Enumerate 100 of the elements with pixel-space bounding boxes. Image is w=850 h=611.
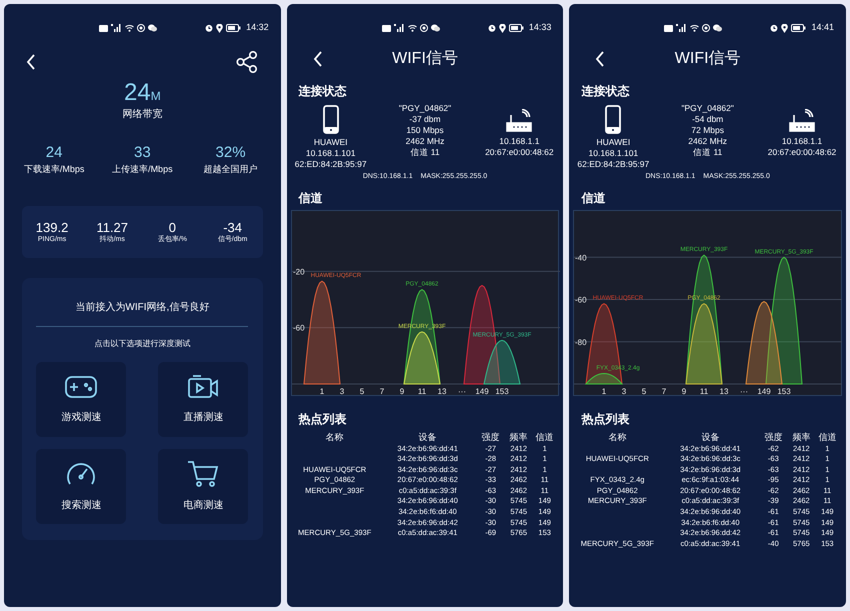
axis-tick-label: 5 bbox=[642, 386, 647, 394]
metric-value: 0 bbox=[168, 220, 176, 234]
axis-tick-label: -80 bbox=[575, 337, 587, 346]
router-info: 20:67:e0:00:48:62 bbox=[768, 147, 836, 158]
section-heading: 热点列表 bbox=[581, 410, 630, 428]
column-header: 频率 bbox=[510, 432, 528, 442]
back-icon[interactable] bbox=[595, 51, 606, 67]
status-message: 当前接入为WIFI网络,信号良好 bbox=[75, 300, 210, 315]
network-info: -37 dbm bbox=[409, 114, 441, 125]
chat-icon bbox=[148, 24, 157, 32]
column-header: 设备 bbox=[701, 432, 720, 442]
section-heading: 信道 bbox=[581, 190, 606, 206]
alarm-icon bbox=[205, 24, 214, 32]
stat-value: 32% bbox=[216, 144, 246, 162]
column-header: 强度 bbox=[482, 432, 500, 442]
location-icon bbox=[216, 24, 224, 32]
share-icon[interactable] bbox=[234, 50, 259, 74]
column-header: 强度 bbox=[764, 432, 782, 442]
column-header: 频率 bbox=[792, 432, 810, 442]
stat-value: 33 bbox=[134, 144, 151, 162]
page-title: WIFI信号 bbox=[392, 49, 458, 69]
network-info: 信道 11 bbox=[693, 147, 722, 158]
network-info: -54 dbm bbox=[692, 114, 724, 125]
axis-tick-label: -60 bbox=[575, 295, 587, 304]
metric-value: 139.2 bbox=[36, 220, 68, 234]
test-tile[interactable]: 搜索测速 bbox=[36, 449, 126, 524]
router-info: 10.168.1.1 bbox=[499, 136, 540, 147]
prompt-text: 点击以下选项进行深度测试 bbox=[94, 338, 190, 350]
network-info: 2462 MHz bbox=[688, 136, 728, 147]
stat-label: 上传速率/Mbps bbox=[112, 163, 173, 176]
stat-value: 24 bbox=[46, 144, 62, 162]
router-info: 10.168.1.1 bbox=[782, 136, 822, 147]
phone-icon bbox=[605, 105, 622, 134]
axis-tick-label: 149 bbox=[758, 386, 772, 394]
device-info: HUAWEI bbox=[596, 137, 630, 148]
target-icon bbox=[702, 24, 710, 32]
metric-value: -34 bbox=[223, 220, 242, 234]
axis-tick-label: 1 bbox=[602, 386, 607, 394]
axis-tick-label: 9 bbox=[682, 386, 687, 394]
device-info: HUAWEI bbox=[314, 137, 348, 148]
network-info: 2462 MHz bbox=[406, 136, 444, 147]
axis-tick-label: 5 bbox=[359, 386, 364, 394]
stat-label: 超越全国用户 bbox=[204, 163, 258, 176]
network-info: 150 Mbps bbox=[406, 125, 444, 136]
axis-tick-label: 153 bbox=[778, 386, 792, 394]
router-info: 20:67:e0:00:48:62 bbox=[485, 147, 554, 158]
location-icon bbox=[781, 24, 788, 32]
axis-tick-label: 7 bbox=[379, 386, 384, 394]
network-info: "PGY_04862" bbox=[682, 103, 734, 114]
battery-icon bbox=[226, 24, 242, 32]
page-title: WIFI信号 bbox=[674, 49, 741, 69]
status-time: 14:41 bbox=[811, 21, 834, 34]
section-heading: 热点列表 bbox=[298, 410, 347, 428]
bandwidth-label: 网络带宽 bbox=[122, 108, 162, 122]
section-heading: 连接状态 bbox=[298, 83, 347, 100]
alarm-icon bbox=[488, 24, 496, 32]
bandwidth-unit: M bbox=[150, 88, 161, 105]
axis-tick-label: ··· bbox=[458, 386, 466, 394]
column-header: 名称 bbox=[608, 432, 626, 442]
shopping-cart-icon bbox=[187, 460, 220, 488]
router-icon bbox=[506, 109, 532, 133]
battery-icon bbox=[508, 24, 524, 32]
router-icon bbox=[789, 109, 816, 133]
column-header: 名称 bbox=[326, 432, 344, 442]
cellular-signal-icon bbox=[394, 24, 405, 32]
device-info: 62:ED:84:2B:95:97 bbox=[577, 159, 650, 170]
axis-tick-label: 3 bbox=[622, 386, 627, 394]
axis-tick-label: 11 bbox=[418, 386, 426, 394]
gamepad-icon bbox=[65, 374, 98, 400]
column-header: 设备 bbox=[418, 432, 437, 442]
axis-tick-label: 1 bbox=[319, 386, 324, 394]
bandwidth-value: 24 bbox=[124, 79, 151, 107]
test-tile[interactable]: 直播测速 bbox=[158, 362, 248, 437]
axis-tick-label: 149 bbox=[475, 386, 488, 394]
device-info: 10.168.1.101 bbox=[588, 148, 638, 159]
chat-icon bbox=[430, 24, 440, 32]
test-tile[interactable]: 电商测速 bbox=[158, 449, 248, 524]
stat-label: 下载速率/Mbps bbox=[24, 163, 84, 176]
axis-tick-label: 9 bbox=[399, 386, 404, 394]
chat-icon bbox=[713, 24, 722, 32]
device-info: 10.168.1.101 bbox=[306, 148, 356, 159]
wifi-icon bbox=[125, 24, 134, 32]
axis-tick-label: ··· bbox=[740, 386, 748, 394]
back-icon[interactable] bbox=[312, 51, 323, 67]
axis-tick-label: 13 bbox=[437, 386, 446, 394]
device-info: 62:ED:84:2B:95:97 bbox=[294, 159, 367, 170]
video-camera-icon bbox=[187, 374, 220, 400]
back-icon[interactable] bbox=[26, 54, 36, 70]
status-time: 14:32 bbox=[246, 21, 269, 34]
test-tile[interactable]: 游戏测速 bbox=[36, 362, 126, 437]
phone-icon bbox=[322, 105, 339, 134]
network-info: 72 Mbps bbox=[691, 125, 724, 136]
section-heading: 信道 bbox=[298, 190, 323, 206]
network-info: 信道 11 bbox=[410, 147, 440, 158]
axis-tick-label: -60 bbox=[292, 323, 304, 332]
column-header: 信道 bbox=[536, 432, 554, 442]
cellular-signal-icon bbox=[111, 24, 122, 32]
metric-value: 11.27 bbox=[96, 220, 128, 234]
section-heading: 连接状态 bbox=[581, 83, 630, 100]
wifi-icon bbox=[408, 24, 417, 32]
